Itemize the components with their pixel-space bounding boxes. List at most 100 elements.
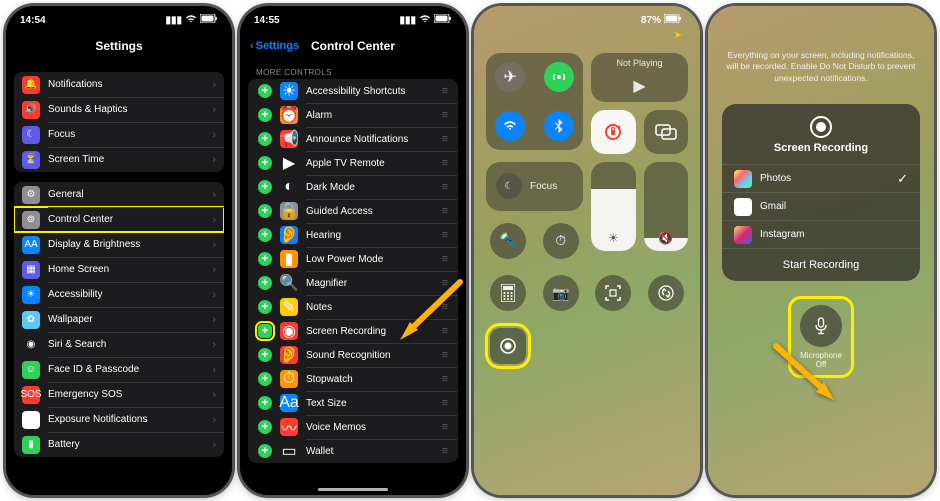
drag-handle-icon[interactable]: ≡ <box>442 181 448 193</box>
drag-handle-icon[interactable]: ≡ <box>442 421 448 433</box>
drag-handle-icon[interactable]: ≡ <box>442 109 448 121</box>
add-control-button[interactable]: + <box>258 252 272 266</box>
control-row[interactable]: + ⏱ Stopwatch≡ <box>248 367 458 391</box>
drag-handle-icon[interactable]: ≡ <box>442 157 448 169</box>
settings-row[interactable]: 🔊Sounds & Haptics› <box>14 97 224 122</box>
app-destination-row[interactable]: Instagram <box>722 220 920 248</box>
settings-row[interactable]: ⏳Screen Time› <box>14 147 224 172</box>
add-control-button[interactable]: + <box>258 372 272 386</box>
page-title: Settings <box>95 39 142 53</box>
control-label: Wallet <box>306 446 442 457</box>
drag-handle-icon[interactable]: ≡ <box>442 133 448 145</box>
control-row[interactable]: +☀Accessibility Shortcuts≡ <box>248 79 458 103</box>
control-label: Stopwatch <box>306 374 442 385</box>
drag-handle-icon[interactable]: ≡ <box>442 301 448 313</box>
focus-module[interactable]: ☾ Focus <box>486 162 583 211</box>
control-row[interactable]: +〰Voice Memos≡ <box>248 415 458 439</box>
add-control-button[interactable]: + <box>258 396 272 410</box>
now-playing-module[interactable]: Not Playing ▶ <box>591 53 688 102</box>
settings-row[interactable]: ⚙General› <box>14 182 224 207</box>
control-row[interactable]: +AaText Size≡ <box>248 391 458 415</box>
shazam-button[interactable] <box>648 275 684 311</box>
screen-mirroring-button[interactable] <box>644 110 689 155</box>
checkmark-icon: ✓ <box>897 171 908 187</box>
control-row[interactable]: +🔍Magnifier≡ <box>248 271 458 295</box>
settings-row[interactable]: ▮Battery› <box>14 432 224 457</box>
control-row[interactable]: +👂Sound Recognition≡ <box>248 343 458 367</box>
drag-handle-icon[interactable]: ≡ <box>442 349 448 361</box>
screen-recording-button[interactable] <box>490 328 526 364</box>
settings-row[interactable]: SOSEmergency SOS› <box>14 382 224 407</box>
add-control-button[interactable]: + <box>258 228 272 242</box>
wifi-toggle[interactable] <box>495 111 525 141</box>
control-row[interactable]: +▮Low Power Mode≡ <box>248 247 458 271</box>
bluetooth-toggle[interactable] <box>544 111 574 141</box>
add-control-button[interactable]: + <box>258 420 272 434</box>
drag-handle-icon[interactable]: ≡ <box>442 445 448 457</box>
volume-slider[interactable]: 🔇 <box>644 162 689 251</box>
settings-row[interactable]: ▦Home Screen› <box>14 257 224 282</box>
settings-row[interactable]: 🔔Notifications› <box>14 72 224 97</box>
airplane-toggle[interactable]: ✈ <box>495 62 525 92</box>
row-label: Siri & Search <box>48 339 212 350</box>
microphone-toggle[interactable]: MicrophoneOff <box>793 301 849 373</box>
drag-handle-icon[interactable]: ≡ <box>442 325 448 337</box>
timer-button[interactable]: ⏱ <box>543 223 579 259</box>
control-icon: 👂 <box>280 346 298 364</box>
cellular-toggle[interactable] <box>544 62 574 92</box>
chevron-right-icon: › <box>212 264 216 276</box>
brightness-slider[interactable]: ☀ <box>591 162 636 251</box>
connectivity-module[interactable]: ✈ <box>486 53 583 150</box>
settings-row[interactable]: ☀Accessibility› <box>14 282 224 307</box>
settings-row[interactable]: ☺Face ID & Passcode› <box>14 357 224 382</box>
add-control-button[interactable]: + <box>258 156 272 170</box>
settings-row[interactable]: ✿Wallpaper› <box>14 307 224 332</box>
start-recording-button[interactable]: Start Recording <box>722 248 920 281</box>
control-row[interactable]: +◉Screen Recording≡ <box>248 319 458 343</box>
add-control-button[interactable]: + <box>258 324 272 338</box>
add-control-button[interactable]: + <box>258 444 272 458</box>
drag-handle-icon[interactable]: ≡ <box>442 397 448 409</box>
add-control-button[interactable]: + <box>258 276 272 290</box>
settings-row[interactable]: ⊚Control Center› <box>14 207 224 232</box>
row-icon: ☀ <box>22 286 40 304</box>
add-control-button[interactable]: + <box>258 108 272 122</box>
add-control-button[interactable]: + <box>258 84 272 98</box>
app-destination-row[interactable]: Photos✓ <box>722 164 920 192</box>
control-label: Announce Notifications <box>306 134 442 145</box>
settings-row[interactable]: ✳Exposure Notifications› <box>14 407 224 432</box>
control-row[interactable]: +▭Wallet≡ <box>248 439 458 463</box>
control-row[interactable]: +◐Dark Mode≡ <box>248 175 458 199</box>
app-destination-row[interactable]: Gmail <box>722 192 920 220</box>
control-icon: ⏱ <box>280 370 298 388</box>
play-icon[interactable]: ▶ <box>633 76 645 96</box>
add-control-button[interactable]: + <box>258 132 272 146</box>
add-control-button[interactable]: + <box>258 204 272 218</box>
control-row[interactable]: +✎Notes≡ <box>248 295 458 319</box>
control-row[interactable]: +👂Hearing≡ <box>248 223 458 247</box>
drag-handle-icon[interactable]: ≡ <box>442 373 448 385</box>
settings-row[interactable]: ◉Siri & Search› <box>14 332 224 357</box>
add-control-button[interactable]: + <box>258 180 272 194</box>
settings-row[interactable]: ☾Focus› <box>14 122 224 147</box>
flashlight-button[interactable]: 🔦 <box>490 223 526 259</box>
chevron-right-icon: › <box>212 104 216 116</box>
back-button[interactable]: ‹ Settings <box>250 40 299 52</box>
camera-button[interactable]: 📷 <box>543 275 579 311</box>
settings-row[interactable]: AADisplay & Brightness› <box>14 232 224 257</box>
home-indicator[interactable] <box>318 488 388 491</box>
drag-handle-icon[interactable]: ≡ <box>442 205 448 217</box>
qr-scanner-button[interactable] <box>595 275 631 311</box>
drag-handle-icon[interactable]: ≡ <box>442 277 448 289</box>
drag-handle-icon[interactable]: ≡ <box>442 229 448 241</box>
add-control-button[interactable]: + <box>258 300 272 314</box>
drag-handle-icon[interactable]: ≡ <box>442 253 448 265</box>
control-row[interactable]: +🔒Guided Access≡ <box>248 199 458 223</box>
control-row[interactable]: +📢Announce Notifications≡ <box>248 127 458 151</box>
control-row[interactable]: +▶Apple TV Remote≡ <box>248 151 458 175</box>
add-control-button[interactable]: + <box>258 348 272 362</box>
control-row[interactable]: +⏰Alarm≡ <box>248 103 458 127</box>
orientation-lock-toggle[interactable] <box>591 110 636 155</box>
calculator-button[interactable] <box>490 275 526 311</box>
drag-handle-icon[interactable]: ≡ <box>442 85 448 97</box>
